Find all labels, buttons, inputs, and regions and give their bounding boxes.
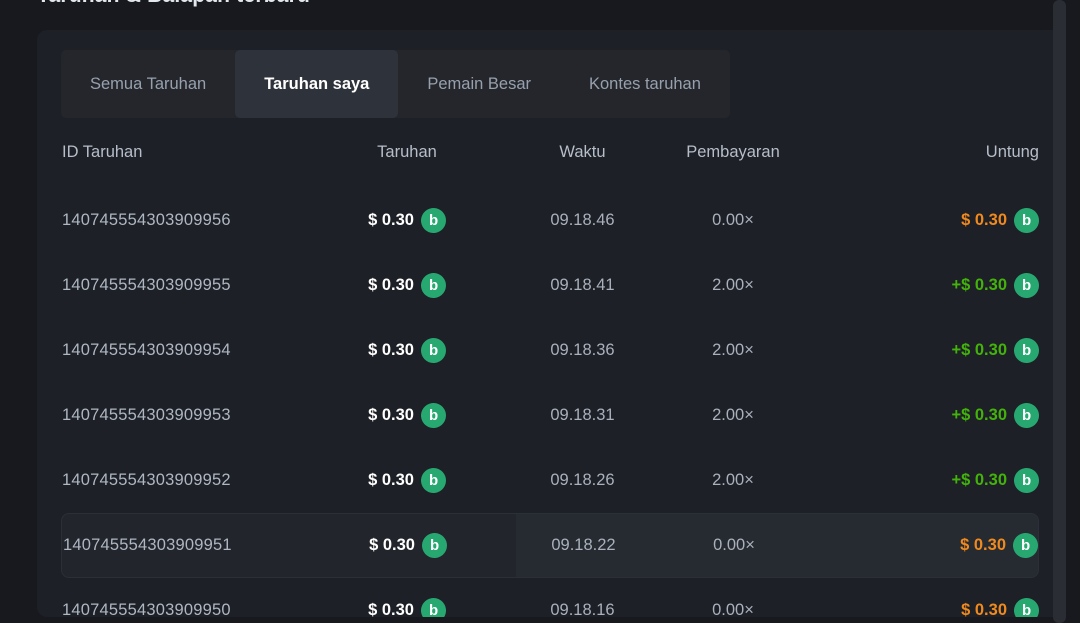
bet-id-cell: 140745554303909956 bbox=[61, 211, 313, 230]
bet-amount-cell: $ 0.30 bbox=[369, 536, 415, 555]
bet-amount-cell: $ 0.30 bbox=[368, 471, 414, 490]
bcd-coin-icon: b bbox=[419, 466, 447, 494]
column-header-profit: Untung bbox=[802, 143, 1039, 162]
bet-payout-cell: 2.00× bbox=[664, 406, 802, 425]
bet-profit-cell: +$ 0.30 bbox=[951, 471, 1007, 490]
bet-amount-cell: $ 0.30 bbox=[368, 601, 414, 617]
tab-semua-taruhan[interactable]: Semua Taruhan bbox=[61, 50, 235, 118]
bcd-coin-icon: b bbox=[1012, 401, 1040, 429]
bcd-coin-icon: b bbox=[1012, 466, 1040, 494]
bet-payout-cell: 0.00× bbox=[665, 536, 803, 555]
bet-time-cell: 09.18.46 bbox=[501, 211, 664, 230]
bet-payout-cell: 2.00× bbox=[664, 341, 802, 360]
bet-profit-cell: $ 0.30 bbox=[961, 211, 1007, 230]
bet-time-cell: 09.18.41 bbox=[501, 276, 664, 295]
tab-pemain-besar[interactable]: Pemain Besar bbox=[398, 50, 560, 118]
bet-id-cell: 140745554303909952 bbox=[61, 471, 313, 490]
bets-tab-bar: Semua Taruhan Taruhan saya Pemain Besar … bbox=[61, 50, 730, 118]
bets-panel: Semua Taruhan Taruhan saya Pemain Besar … bbox=[37, 30, 1063, 617]
bcd-coin-icon: b bbox=[1012, 271, 1040, 299]
table-row[interactable]: 140745554303909953 $ 0.30 b 09.18.31 2.0… bbox=[61, 383, 1039, 448]
bet-time-cell: 09.18.31 bbox=[501, 406, 664, 425]
bcd-coin-icon: b bbox=[419, 271, 447, 299]
bcd-coin-icon: b bbox=[1011, 531, 1039, 559]
table-row[interactable]: 140745554303909955 $ 0.30 b 09.18.41 2.0… bbox=[61, 253, 1039, 318]
table-row[interactable]: 140745554303909951 $ 0.30 b 09.18.22 0.0… bbox=[61, 513, 1039, 578]
table-row[interactable]: 140745554303909954 $ 0.30 b 09.18.36 2.0… bbox=[61, 318, 1039, 383]
table-body: 140745554303909956 $ 0.30 b 09.18.46 0.0… bbox=[61, 188, 1039, 617]
table-row[interactable]: 140745554303909952 $ 0.30 b 09.18.26 2.0… bbox=[61, 448, 1039, 513]
column-header-id: ID Taruhan bbox=[61, 143, 313, 162]
bcd-coin-icon: b bbox=[420, 531, 448, 559]
page-title: Taruhan & Balapan terbaru bbox=[37, 0, 310, 8]
bcd-coin-icon: b bbox=[419, 401, 447, 429]
bet-payout-cell: 0.00× bbox=[664, 211, 802, 230]
bet-profit-cell: $ 0.30 bbox=[960, 536, 1006, 555]
column-header-bet: Taruhan bbox=[313, 143, 501, 162]
bet-id-cell: 140745554303909951 bbox=[62, 536, 314, 555]
bet-time-cell: 09.18.16 bbox=[501, 601, 664, 617]
table-header-row: ID Taruhan Taruhan Waktu Pembayaran Untu… bbox=[61, 126, 1039, 178]
bet-payout-cell: 0.00× bbox=[664, 601, 802, 617]
bet-profit-cell: $ 0.30 bbox=[961, 601, 1007, 617]
bcd-coin-icon: b bbox=[1012, 336, 1040, 364]
bet-id-cell: 140745554303909955 bbox=[61, 276, 313, 295]
bcd-coin-icon: b bbox=[419, 336, 447, 364]
bet-time-cell: 09.18.22 bbox=[502, 536, 665, 555]
bcd-coin-icon: b bbox=[419, 206, 447, 234]
column-header-payout: Pembayaran bbox=[664, 143, 802, 162]
bet-amount-cell: $ 0.30 bbox=[368, 341, 414, 360]
column-header-time: Waktu bbox=[501, 143, 664, 162]
bet-profit-cell: +$ 0.30 bbox=[951, 341, 1007, 360]
bet-id-cell: 140745554303909954 bbox=[61, 341, 313, 360]
bet-id-cell: 140745554303909953 bbox=[61, 406, 313, 425]
bet-time-cell: 09.18.36 bbox=[501, 341, 664, 360]
tab-kontes-taruhan[interactable]: Kontes taruhan bbox=[560, 50, 730, 118]
bcd-coin-icon: b bbox=[1012, 596, 1040, 617]
tab-taruhan-saya[interactable]: Taruhan saya bbox=[235, 50, 398, 118]
bet-payout-cell: 2.00× bbox=[664, 276, 802, 295]
bcd-coin-icon: b bbox=[1012, 206, 1040, 234]
bet-time-cell: 09.18.26 bbox=[501, 471, 664, 490]
bet-profit-cell: +$ 0.30 bbox=[951, 276, 1007, 295]
bcd-coin-icon: b bbox=[419, 596, 447, 617]
bet-amount-cell: $ 0.30 bbox=[368, 406, 414, 425]
bet-amount-cell: $ 0.30 bbox=[368, 211, 414, 230]
table-row[interactable]: 140745554303909950 $ 0.30 b 09.18.16 0.0… bbox=[61, 578, 1039, 617]
table-row[interactable]: 140745554303909956 $ 0.30 b 09.18.46 0.0… bbox=[61, 188, 1039, 253]
vertical-scrollbar[interactable] bbox=[1053, 0, 1066, 623]
bet-id-cell: 140745554303909950 bbox=[61, 601, 313, 617]
bet-amount-cell: $ 0.30 bbox=[368, 276, 414, 295]
bet-payout-cell: 2.00× bbox=[664, 471, 802, 490]
bet-profit-cell: +$ 0.30 bbox=[951, 406, 1007, 425]
